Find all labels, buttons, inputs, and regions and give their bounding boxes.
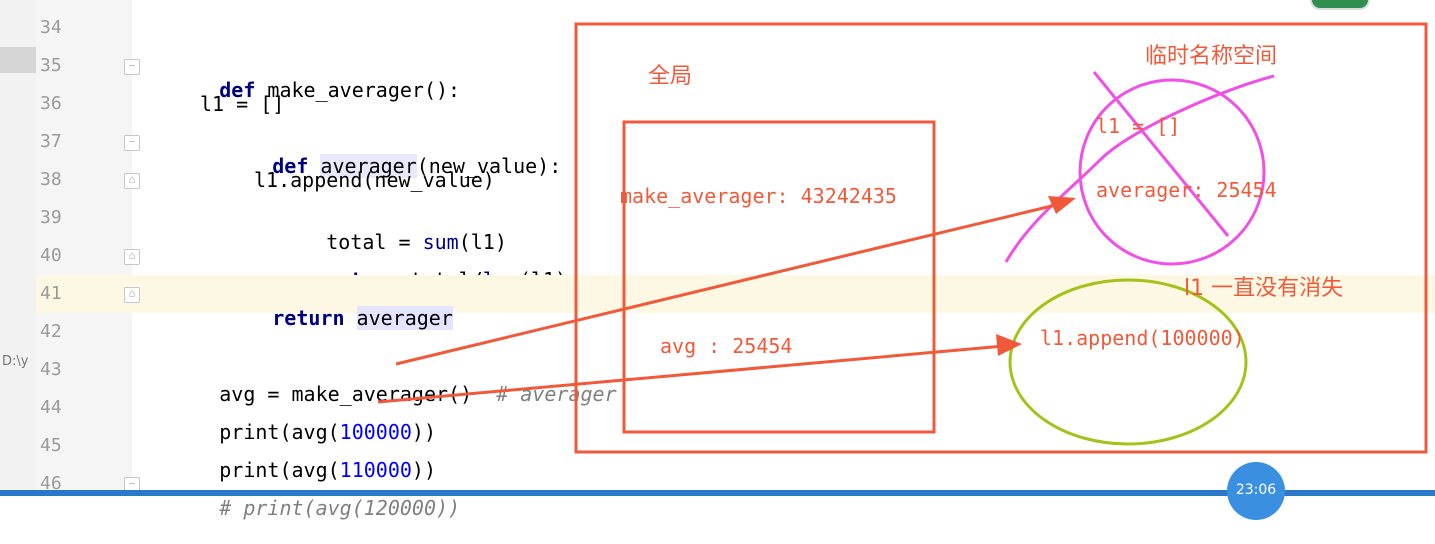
temp-namespace-label: 临时名称空间 <box>1145 44 1278 69</box>
temp-namespace-circle <box>1078 78 1266 266</box>
comment: # print(avg(120000)) <box>219 496 461 520</box>
arrow-head-1 <box>1048 196 1076 214</box>
l1-entry: l1 = [] <box>1096 114 1181 138</box>
cross-out-stroke-1 <box>1092 71 1230 237</box>
global-inner-box <box>622 120 936 434</box>
annotation-overlay <box>377 22 1428 454</box>
closure-circle <box>1008 278 1248 446</box>
arrow-head-2 <box>996 334 1022 356</box>
global-scope-box <box>574 22 1428 454</box>
clock-badge[interactable]: 23:06 <box>1227 462 1285 520</box>
averager-entry: averager: 25454 <box>1096 178 1277 202</box>
taskbar <box>0 490 1435 496</box>
avg-entry: avg : 25454 <box>660 334 793 358</box>
global-label: 全局 <box>648 64 693 89</box>
floating-badge[interactable] <box>1310 0 1370 10</box>
append-call-annotation: l1.append(100000) <box>1040 326 1245 350</box>
l1-persist-note: l1 一直没有消失 <box>1184 276 1344 301</box>
make-averager-entry: make_averager: 43242435 <box>620 184 897 208</box>
